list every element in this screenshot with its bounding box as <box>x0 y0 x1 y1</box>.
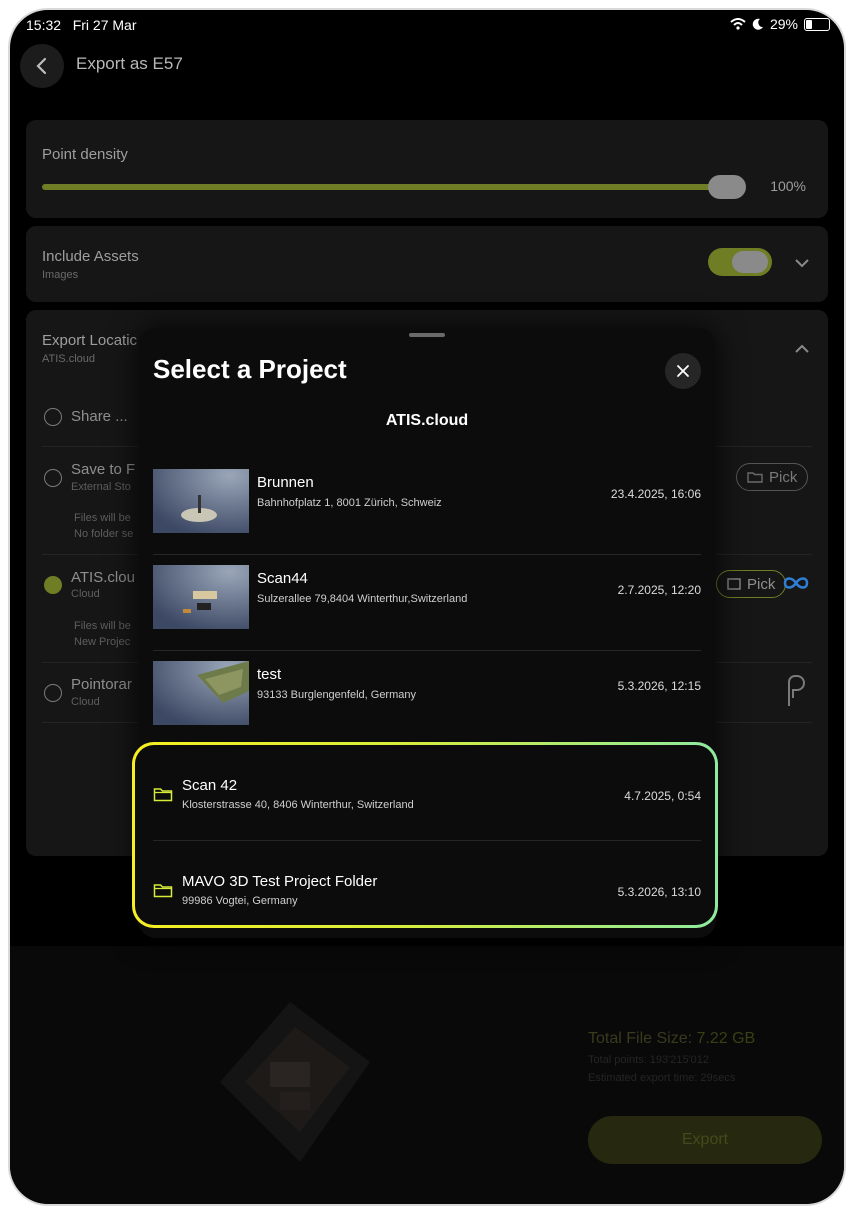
save-to-files-folder: No folder se <box>74 528 134 540</box>
folder-name: MAVO 3D Test Project Folder <box>182 873 378 890</box>
include-assets-toggle[interactable] <box>708 248 772 276</box>
folder-icon <box>153 884 173 898</box>
folders-highlight: Scan 42 Klosterstrasse 40, 8406 Winterth… <box>132 742 718 928</box>
modal-subtitle: ATIS.cloud <box>385 412 469 429</box>
export-time: Estimated export time: 29secs <box>588 1072 736 1084</box>
folder-icon <box>727 578 741 590</box>
atis-cloud-radio[interactable] <box>44 576 62 594</box>
project-address: Bahnhofplatz 1, 8001 Zürich, Schweiz <box>257 497 442 509</box>
atis-cloud-label: ATIS.clou <box>71 569 135 586</box>
atis-cloud-sub: Cloud <box>71 588 100 600</box>
project-address: Sulzerallee 79,8404 Winterthur,Switzerla… <box>257 593 468 605</box>
device-screen: 15:32 Fri 27 Mar 29% Export as E57 Point… <box>10 10 844 1204</box>
project-address: 93133 Burglengenfeld, Germany <box>257 689 416 701</box>
atis-cloud-project: New Projec <box>74 636 131 648</box>
modal-title: Select a Project <box>153 354 347 384</box>
project-thumbnail <box>153 469 249 533</box>
close-button[interactable] <box>665 353 701 389</box>
folder-address: Klosterstrasse 40, 8406 Winterthur, Swit… <box>182 799 414 811</box>
folder-row-mavo[interactable]: MAVO 3D Test Project Folder 99986 Vogtei… <box>153 841 701 937</box>
project-name: test <box>257 666 282 683</box>
project-row-test[interactable]: test 93133 Burglengenfeld, Germany 5.3.2… <box>153 651 701 747</box>
status-time: 15:32 Fri 27 Mar <box>26 17 137 33</box>
save-to-files-sub: External Sto <box>71 481 131 493</box>
project-date: 23.4.2025, 16:06 <box>610 487 701 501</box>
save-to-files-label: Save to F <box>71 461 136 478</box>
folder-row-scan42[interactable]: Scan 42 Klosterstrasse 40, 8406 Winterth… <box>153 745 701 841</box>
battery-icon <box>804 17 830 31</box>
status-right: 29% <box>730 16 830 32</box>
atis-cloud-logo-icon <box>783 577 809 589</box>
save-to-files-radio[interactable] <box>44 469 62 487</box>
sheet-grabber[interactable] <box>409 333 445 337</box>
point-density-value: 100% <box>770 178 806 194</box>
include-assets-card: Include Assets Images <box>26 226 828 302</box>
export-location-label: Export Locatic <box>42 332 138 349</box>
total-points: Total points: 193'215'012 <box>588 1054 710 1066</box>
pointorama-logo-icon <box>788 675 805 706</box>
project-name: Brunnen <box>257 474 314 491</box>
export-location-sub: ATIS.cloud <box>42 353 95 365</box>
scan-preview-image <box>220 1002 370 1162</box>
chevron-left-icon <box>36 57 47 75</box>
total-file-size: Total File Size: 7.22 GB <box>588 1030 756 1047</box>
project-thumbnail <box>153 661 249 725</box>
project-date: 2.7.2025, 12:20 <box>617 583 701 597</box>
include-assets-sub: Images <box>42 269 79 281</box>
atis-cloud-note: Files will be <box>74 620 131 632</box>
share-radio[interactable] <box>44 408 62 426</box>
moon-icon <box>752 18 763 30</box>
include-assets-label: Include Assets <box>42 248 139 265</box>
project-name: Scan44 <box>257 570 308 587</box>
project-thumbnail <box>153 565 249 629</box>
export-button[interactable]: Export <box>588 1116 822 1164</box>
share-option-label: Share ... <box>71 408 128 425</box>
folder-address: 99986 Vogtei, Germany <box>182 895 298 907</box>
save-to-files-note: Files will be <box>74 512 131 524</box>
slider-thumb[interactable] <box>708 175 746 199</box>
pointorama-sub: Cloud <box>71 696 100 708</box>
point-density-card: Point density 100% <box>26 120 828 218</box>
pointorama-label: Pointorar <box>71 676 132 693</box>
pick-project-button[interactable]: Pick <box>716 570 787 598</box>
close-icon <box>677 365 689 377</box>
folder-icon <box>747 472 763 483</box>
project-row-brunnen[interactable]: Brunnen Bahnhofplatz 1, 8001 Zürich, Sch… <box>153 459 701 555</box>
folder-date: 4.7.2025, 0:54 <box>624 789 701 803</box>
back-button[interactable] <box>20 44 64 88</box>
page-title: Export as E57 <box>76 54 183 73</box>
project-row-scan44[interactable]: Scan44 Sulzerallee 79,8404 Winterthur,Sw… <box>153 555 701 651</box>
point-density-label: Point density <box>42 146 128 163</box>
folders-list: Scan 42 Klosterstrasse 40, 8406 Winterth… <box>135 745 715 925</box>
folder-name: Scan 42 <box>182 777 238 794</box>
select-project-modal: Select a Project ATIS.cloud Brunnen Bahn… <box>132 328 718 938</box>
chevron-down-icon[interactable] <box>794 258 810 268</box>
folder-date: 5.3.2026, 13:10 <box>617 885 701 899</box>
point-density-slider[interactable] <box>42 184 734 190</box>
pointorama-radio[interactable] <box>44 684 62 702</box>
chevron-up-icon[interactable] <box>794 344 810 354</box>
pick-folder-button[interactable]: Pick <box>736 463 809 491</box>
wifi-icon <box>730 18 746 30</box>
battery-percent: 29% <box>769 16 798 32</box>
project-date: 5.3.2026, 12:15 <box>617 679 701 693</box>
status-bar: 15:32 Fri 27 Mar 29% <box>10 10 844 40</box>
folder-icon <box>153 788 173 802</box>
